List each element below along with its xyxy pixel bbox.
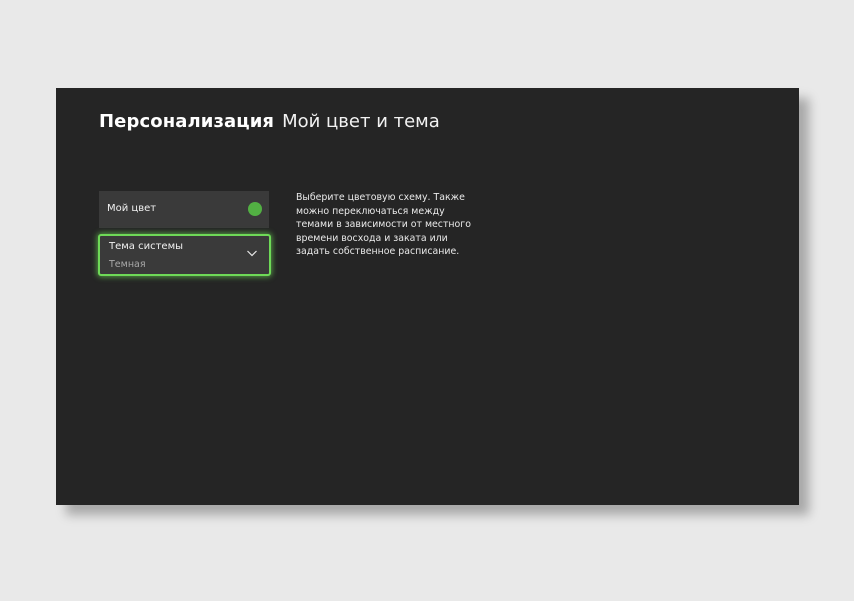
breadcrumb-section: Персонализация bbox=[99, 111, 275, 132]
my-color-button[interactable]: Мой цвет bbox=[99, 191, 269, 228]
system-theme-value: Темная bbox=[109, 259, 146, 270]
page-title: Персонализация Мой цвет и тема bbox=[99, 111, 440, 132]
system-theme-label: Тема системы bbox=[109, 241, 184, 252]
system-theme-dropdown[interactable]: Тема системы Темная bbox=[98, 234, 271, 276]
color-dot-icon bbox=[248, 202, 262, 216]
my-color-label: Мой цвет bbox=[107, 203, 157, 214]
breadcrumb-page: Мой цвет и тема bbox=[282, 111, 440, 132]
description-text: Выберите цветовую схему. Также можно пер… bbox=[296, 192, 471, 257]
settings-screen: Персонализация Мой цвет и тема Мой цвет Т… bbox=[56, 88, 799, 505]
chevron-down-icon bbox=[247, 250, 257, 257]
